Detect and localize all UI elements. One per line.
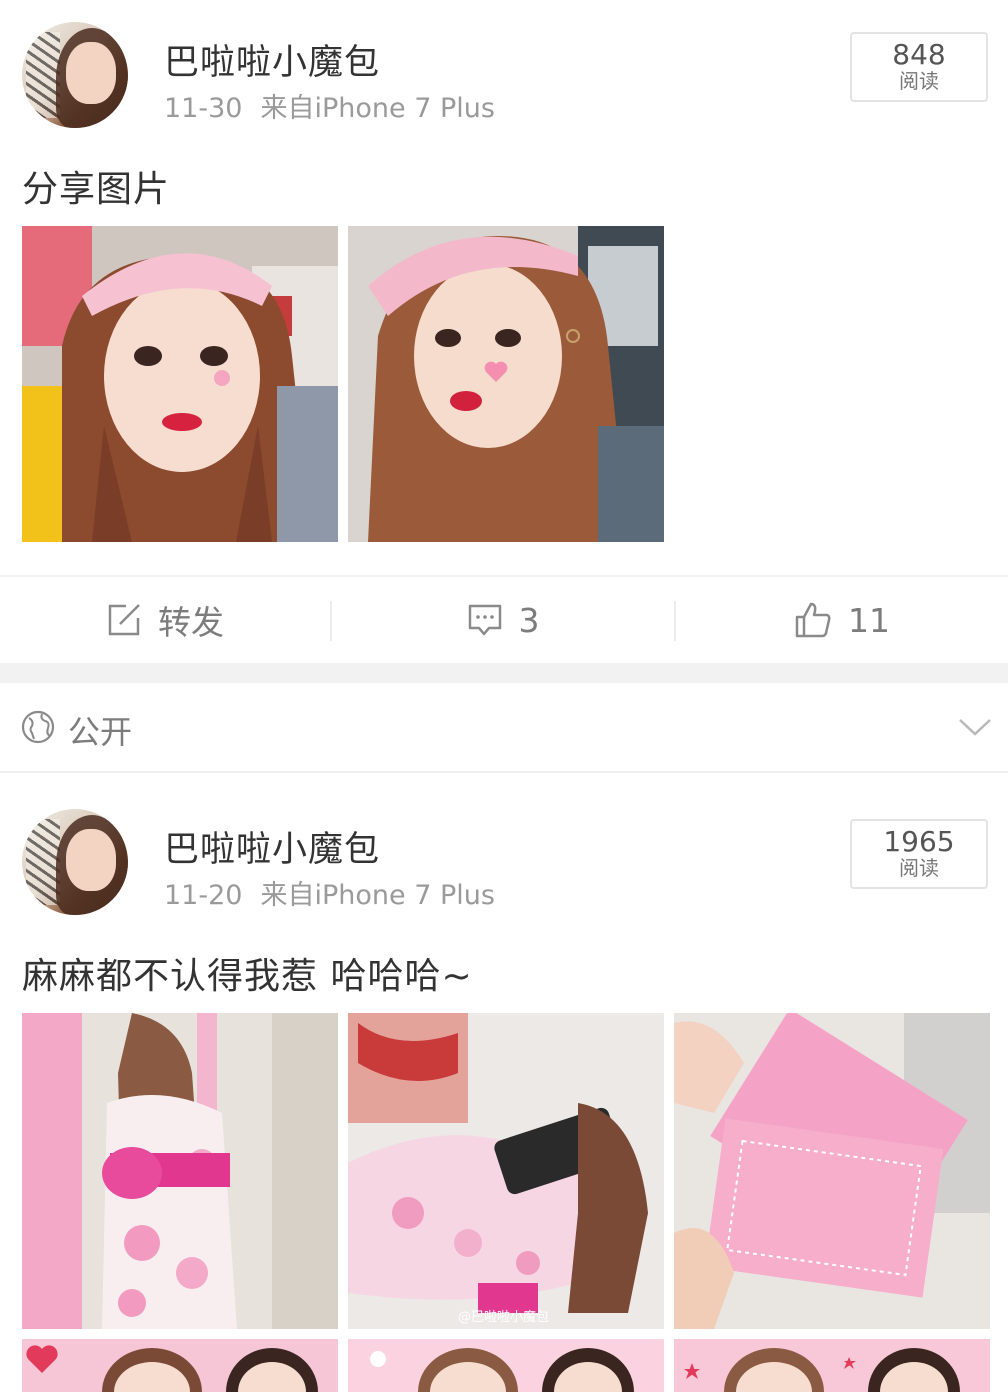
post-image[interactable] <box>22 1339 338 1392</box>
image-watermark: @巴啦啦小魔包 <box>458 1310 549 1325</box>
post-text: 麻麻都不认得我惹 哈哈哈~ <box>22 956 473 997</box>
post-image[interactable]: @巴啦啦小魔包 <box>348 1013 664 1329</box>
kimono-photo: @巴啦啦小魔包 <box>348 1013 664 1329</box>
post-source: 来自iPhone 7 Plus <box>260 880 495 911</box>
post-image[interactable] <box>674 1013 990 1329</box>
sticker-photo <box>22 1339 338 1392</box>
thumbs-up-icon <box>795 602 831 638</box>
comment-count: 3 <box>518 600 540 640</box>
avatar[interactable] <box>22 809 128 915</box>
post-date: 11-20 <box>164 880 243 911</box>
like-count: 11 <box>848 600 890 640</box>
avatar-face <box>66 42 116 104</box>
post-image[interactable] <box>348 226 664 542</box>
sticker-photo <box>348 1339 664 1392</box>
repost-icon <box>108 604 140 636</box>
read-label: 阅读 <box>899 856 939 880</box>
repost-label: 转发 <box>158 603 224 642</box>
read-count: 848 <box>892 38 946 71</box>
repost-button[interactable]: 转发 <box>0 577 330 663</box>
chevron-down-icon[interactable] <box>958 717 992 737</box>
post-image[interactable] <box>22 226 338 542</box>
post-image[interactable] <box>22 1013 338 1329</box>
pokipoki-card-photo <box>674 1013 990 1329</box>
read-count: 1965 <box>883 825 955 858</box>
kimono-photo <box>22 1013 338 1329</box>
post-text: 分享图片 <box>22 169 171 210</box>
username[interactable]: 巴啦啦小魔包 <box>164 821 380 872</box>
action-bar: 转发 3 11 <box>0 575 1008 663</box>
feed-gap <box>0 663 1008 683</box>
visibility-label: 公开 <box>68 713 133 751</box>
post-image[interactable] <box>674 1339 990 1392</box>
avatar[interactable] <box>22 22 128 128</box>
read-count-box: 848 阅读 <box>850 32 988 102</box>
comment-icon <box>468 604 501 636</box>
read-label: 阅读 <box>899 69 939 93</box>
avatar-face <box>66 829 116 891</box>
post-meta: 11-20 来自iPhone 7 Plus <box>164 873 495 912</box>
read-count-box: 1965 阅读 <box>850 819 988 889</box>
selfie-photo <box>22 226 338 542</box>
post-date: 11-30 <box>164 93 243 124</box>
comment-button[interactable]: 3 <box>332 577 674 663</box>
post-image[interactable] <box>348 1339 664 1392</box>
selfie-photo <box>348 226 664 542</box>
avatar-scribble <box>26 32 60 118</box>
sticker-photo <box>674 1339 990 1392</box>
username[interactable]: 巴啦啦小魔包 <box>164 34 380 85</box>
like-button[interactable]: 11 <box>676 577 1008 663</box>
post-source: 来自iPhone 7 Plus <box>260 93 495 124</box>
globe-icon <box>21 710 55 744</box>
avatar-scribble <box>26 819 60 905</box>
visibility-row[interactable]: 公开 <box>0 683 1008 773</box>
post-meta: 11-30 来自iPhone 7 Plus <box>164 86 495 125</box>
